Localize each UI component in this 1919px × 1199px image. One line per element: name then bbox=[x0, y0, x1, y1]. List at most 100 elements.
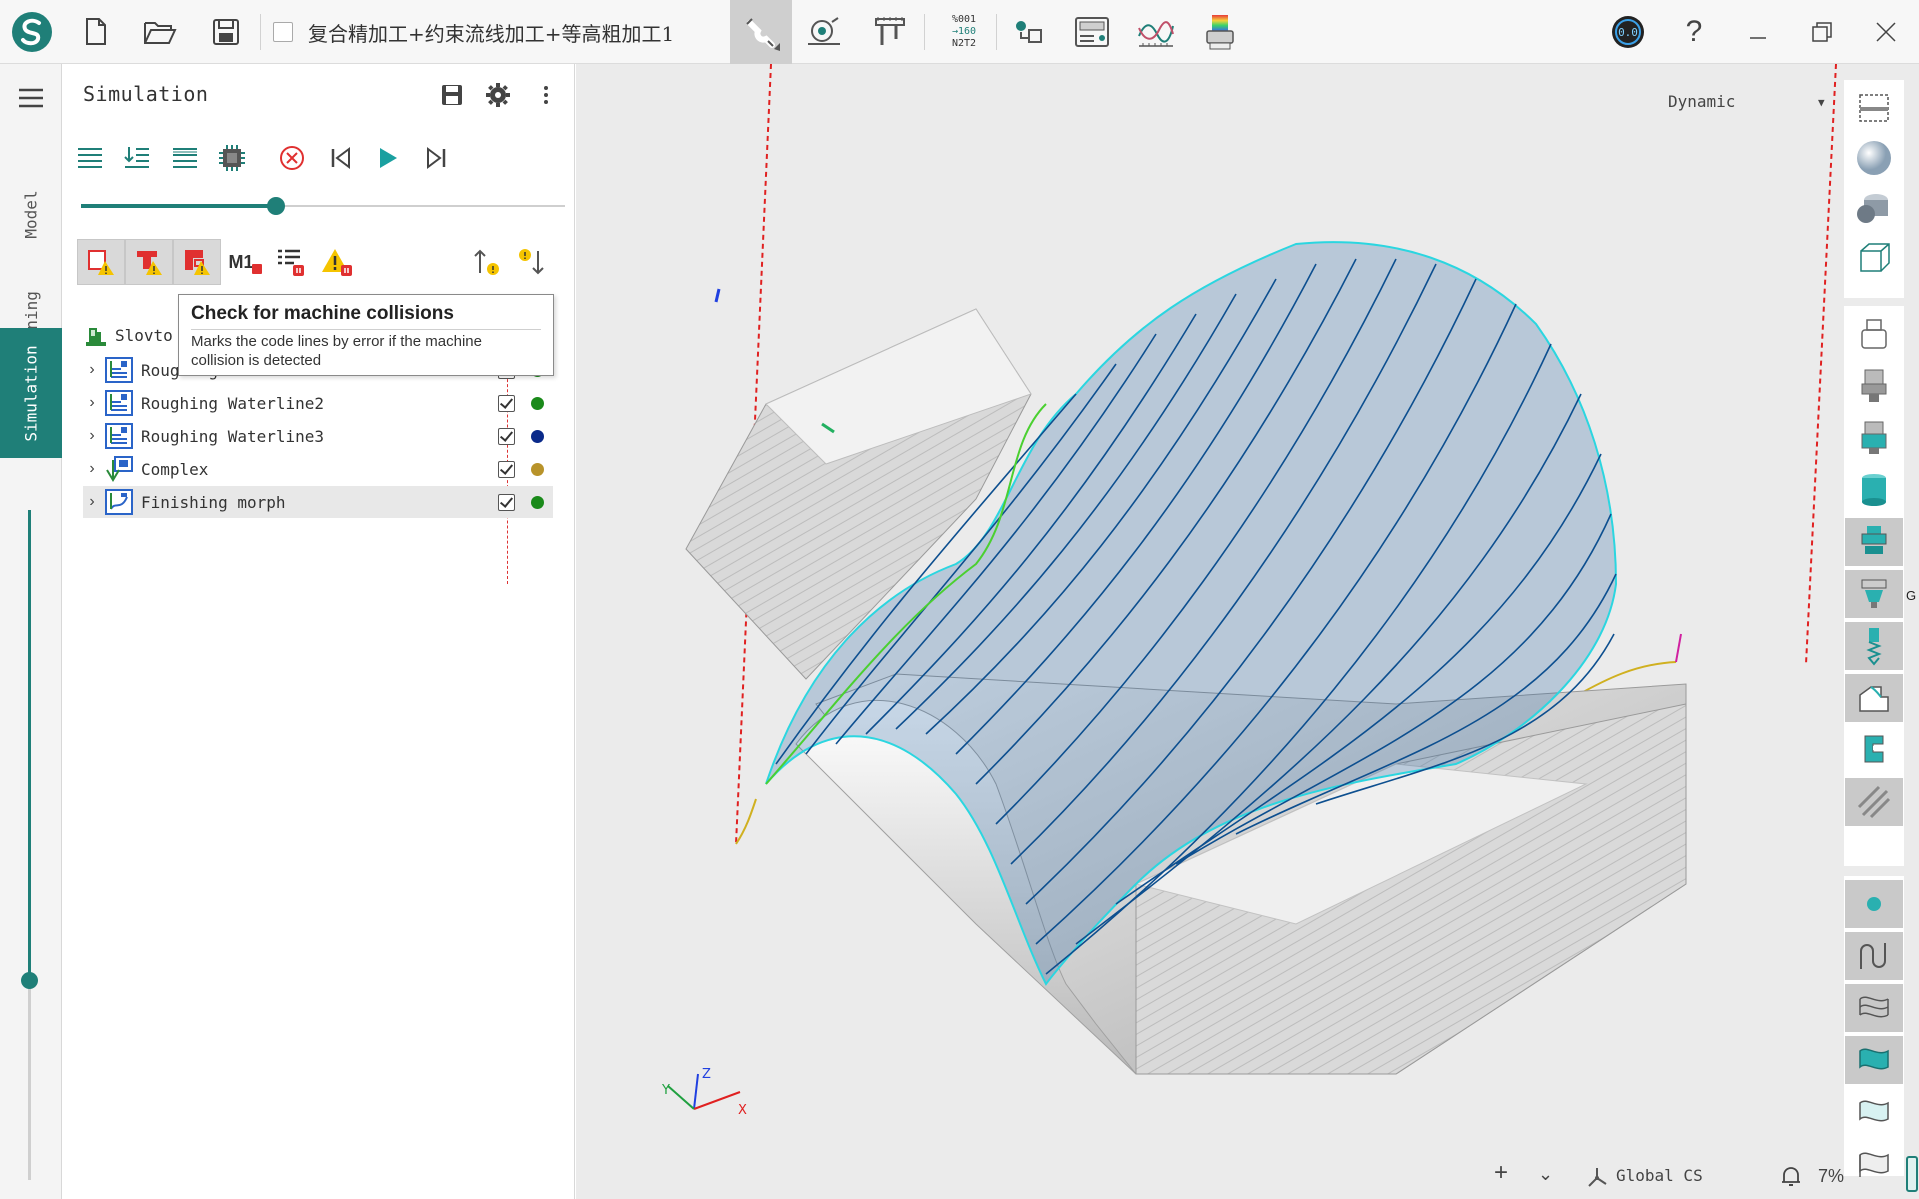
part-view-icon[interactable] bbox=[1845, 674, 1903, 722]
nc-code-icon[interactable]: %001 →160 N2T2 bbox=[940, 8, 988, 56]
axis-triad: Z X Y bbox=[661, 1067, 747, 1118]
chevron-right-icon[interactable]: › bbox=[83, 361, 101, 379]
skip-to-end-icon[interactable] bbox=[417, 139, 455, 177]
toolpath-view-icon[interactable] bbox=[1845, 932, 1903, 980]
status-badge-icon[interactable]: 0.0 bbox=[1604, 8, 1652, 56]
hamburger-menu-icon[interactable] bbox=[0, 78, 62, 118]
stock-view-icon[interactable] bbox=[1845, 466, 1903, 514]
shaded-surface-icon[interactable] bbox=[1845, 1036, 1903, 1084]
machine-panel-icon[interactable] bbox=[1068, 8, 1116, 56]
minimize-button[interactable] bbox=[1734, 8, 1782, 56]
sort-list-icon[interactable] bbox=[118, 139, 156, 177]
operation-color-dot bbox=[531, 430, 544, 443]
notification-bell-icon[interactable] bbox=[1780, 1164, 1802, 1188]
more-options-icon[interactable] bbox=[529, 78, 563, 112]
operation-visible-checkbox[interactable] bbox=[498, 395, 515, 412]
help-button[interactable]: ? bbox=[1670, 8, 1718, 56]
tree-row-operation[interactable]: › Complex bbox=[83, 453, 553, 485]
list-view-icon[interactable] bbox=[71, 139, 109, 177]
operation-visible-checkbox[interactable] bbox=[498, 494, 515, 511]
coordinate-system-icon bbox=[1588, 1168, 1607, 1187]
tab-model[interactable]: Model bbox=[0, 164, 62, 264]
coordinate-system-label[interactable]: Global CS bbox=[1616, 1166, 1703, 1185]
new-file-icon[interactable] bbox=[72, 8, 120, 56]
save-icon[interactable] bbox=[202, 8, 250, 56]
solid-shape-icon[interactable] bbox=[1845, 184, 1903, 232]
chart-wave-icon[interactable] bbox=[1132, 8, 1180, 56]
chevron-right-icon[interactable]: › bbox=[83, 493, 101, 511]
svg-text:Z: Z bbox=[702, 1067, 711, 1082]
warning-pause-icon[interactable] bbox=[313, 239, 361, 285]
next-warning-icon[interactable] bbox=[507, 239, 555, 285]
view-mode-dropdown[interactable]: Dynamic ▼ bbox=[1668, 92, 1828, 118]
spindle-view-icon[interactable] bbox=[1845, 362, 1903, 410]
select-box-icon[interactable] bbox=[1845, 84, 1903, 132]
add-icon[interactable]: + bbox=[1494, 1159, 1508, 1187]
open-folder-icon[interactable] bbox=[136, 8, 184, 56]
boundary-line-right bbox=[1805, 64, 1837, 665]
tooltip-title: Check for machine collisions bbox=[191, 303, 541, 330]
document-checkbox[interactable] bbox=[273, 22, 293, 42]
play-icon[interactable] bbox=[369, 139, 407, 177]
settings-gear-icon[interactable] bbox=[481, 78, 515, 112]
caliper-tool-icon[interactable] bbox=[866, 8, 914, 56]
panel-title: Simulation bbox=[83, 82, 209, 106]
prev-warning-icon[interactable] bbox=[463, 239, 511, 285]
tool-adapter-view-icon[interactable] bbox=[1845, 570, 1903, 618]
operation-visible-checkbox[interactable] bbox=[498, 428, 515, 445]
progress-slider-knob[interactable] bbox=[267, 197, 285, 215]
snap-magnet-button[interactable] bbox=[730, 0, 792, 64]
point-view-icon[interactable] bbox=[1845, 880, 1903, 928]
chip-process-icon[interactable] bbox=[213, 139, 251, 177]
vertical-slider-knob[interactable] bbox=[21, 972, 38, 989]
operation-label: Finishing morph bbox=[141, 492, 286, 512]
outline-surface-icon[interactable] bbox=[1845, 1140, 1903, 1188]
cutting-tool-view-icon[interactable] bbox=[1845, 622, 1903, 670]
m1-stop-button[interactable]: M1 bbox=[221, 239, 269, 285]
chevron-down-icon[interactable]: ⌄ bbox=[1538, 1164, 1553, 1185]
check-holder-collision-button[interactable] bbox=[125, 239, 173, 285]
nc-compare-icon[interactable] bbox=[1004, 8, 1052, 56]
operation-label: Roughing Waterline2 bbox=[141, 393, 325, 413]
machine-tree-node[interactable]: Slovto bbox=[83, 320, 173, 350]
transparent-surface-icon[interactable] bbox=[1845, 1088, 1903, 1136]
operation-label: Complex bbox=[141, 459, 209, 479]
shaded-sphere-icon[interactable] bbox=[1845, 134, 1903, 182]
align-list-icon[interactable] bbox=[166, 139, 204, 177]
tree-row-operation-selected[interactable]: › Finishing morph bbox=[83, 486, 553, 518]
tree-row-operation[interactable]: › Roughing Waterline2 bbox=[83, 387, 553, 419]
check-machine-collision-button[interactable] bbox=[173, 239, 221, 285]
tab-simulation[interactable]: Simulation bbox=[0, 328, 62, 458]
operation-color-dot bbox=[531, 496, 544, 509]
zoom-level: 7% bbox=[1818, 1166, 1844, 1186]
chevron-right-icon[interactable]: › bbox=[83, 394, 101, 412]
save-simulation-icon[interactable] bbox=[435, 78, 469, 112]
wireframe-cube-icon[interactable] bbox=[1845, 234, 1903, 282]
operation-color-dot bbox=[531, 463, 544, 476]
machine-icon bbox=[86, 328, 106, 346]
stop-simulation-icon[interactable] bbox=[273, 139, 311, 177]
tool-holder-view-icon[interactable] bbox=[1845, 518, 1903, 566]
operation-color-dot bbox=[531, 397, 544, 410]
check-part-collision-button[interactable] bbox=[77, 239, 125, 285]
measure-tool-icon[interactable] bbox=[800, 8, 848, 56]
holder-view-icon[interactable] bbox=[1845, 414, 1903, 462]
roughing-waterline-icon bbox=[105, 423, 133, 449]
svg-text:Y: Y bbox=[661, 1083, 670, 1098]
operation-visible-checkbox[interactable] bbox=[498, 461, 515, 478]
roughing-waterline-icon bbox=[105, 357, 133, 383]
chevron-right-icon[interactable]: › bbox=[83, 427, 101, 445]
chevron-right-icon[interactable]: › bbox=[83, 460, 101, 478]
3d-viewport[interactable]: Z X Y Dynamic ▼ + ⌄ Global CS 7% bbox=[576, 64, 1844, 1199]
hatch-view-icon[interactable] bbox=[1845, 778, 1903, 826]
fixture-view-icon[interactable] bbox=[1845, 726, 1903, 774]
surface-lines-icon[interactable] bbox=[1845, 984, 1903, 1032]
machine-view-icon[interactable] bbox=[1845, 310, 1903, 358]
list-pause-icon[interactable] bbox=[267, 239, 315, 285]
tree-row-operation[interactable]: › Roughing Waterline3 bbox=[83, 420, 553, 452]
restore-button[interactable] bbox=[1798, 8, 1846, 56]
close-button[interactable] bbox=[1862, 8, 1910, 56]
thermal-print-icon[interactable] bbox=[1196, 8, 1244, 56]
app-logo-icon[interactable] bbox=[8, 8, 56, 56]
skip-to-start-icon[interactable] bbox=[322, 139, 360, 177]
